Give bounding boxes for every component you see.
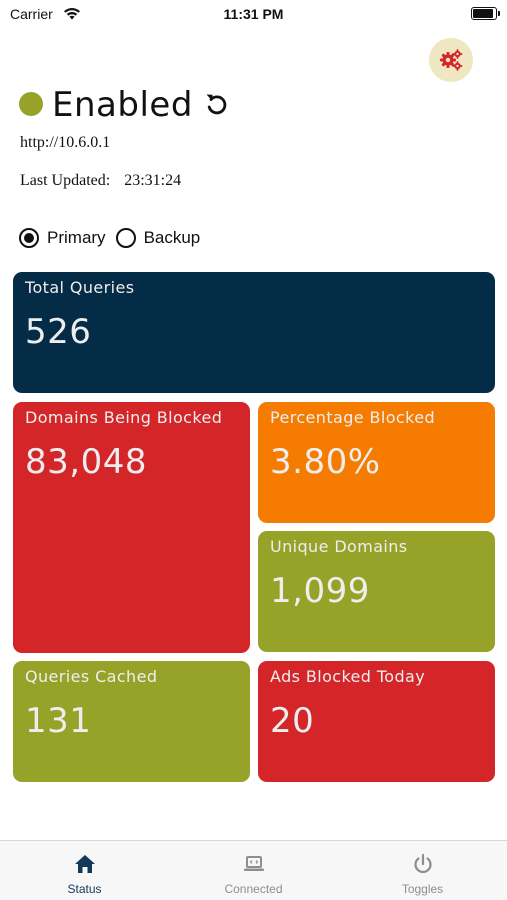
tile-value: 526 (25, 312, 92, 352)
radio-primary-label[interactable]: Primary (47, 228, 106, 248)
tile-total-queries: Total Queries 526 (13, 272, 495, 393)
gears-icon (440, 49, 463, 71)
power-icon (413, 853, 432, 874)
laptop-icon (243, 856, 264, 871)
tile-ads-blocked-today: Ads Blocked Today 20 (258, 661, 495, 782)
tile-value: 1,099 (270, 571, 370, 611)
radio-primary[interactable] (19, 228, 39, 248)
tile-value: 20 (270, 701, 315, 741)
last-updated: Last Updated: 23:31:24 (20, 172, 181, 190)
last-updated-label: Last Updated: (20, 172, 111, 189)
tile-label: Percentage Blocked (270, 408, 435, 427)
tab-toggles-label: Toggles (401, 882, 444, 896)
home-icon (74, 855, 95, 873)
tab-status-label: Status (67, 882, 102, 896)
server-selector: Primary Backup (19, 228, 210, 248)
clock: 11:31 PM (223, 6, 284, 22)
tab-status[interactable]: Status (0, 841, 169, 900)
tile-value: 131 (25, 701, 92, 741)
tile-percentage-blocked: Percentage Blocked 3.80% (258, 402, 495, 523)
tile-label: Total Queries (25, 278, 135, 297)
status-title: Enabled (52, 85, 193, 125)
last-updated-time: 23:31:24 (124, 172, 182, 189)
tile-queries-cached: Queries Cached 131 (13, 661, 250, 782)
settings-button[interactable] (429, 38, 473, 82)
tile-value: 83,048 (25, 442, 147, 482)
tile-unique-domains: Unique Domains 1,099 (258, 531, 495, 652)
tile-value: 3.80% (270, 442, 381, 482)
status-indicator (19, 92, 43, 116)
radio-backup-label[interactable]: Backup (144, 228, 201, 248)
tile-label: Queries Cached (25, 667, 158, 686)
tile-label: Unique Domains (270, 537, 408, 556)
tile-domains-blocked: Domains Being Blocked 83,048 (13, 402, 250, 653)
tile-label: Domains Being Blocked (25, 408, 223, 427)
tab-connected-label: Connected (224, 882, 283, 896)
radio-backup[interactable] (115, 228, 136, 248)
tab-bar: Status Connected Toggles (0, 840, 507, 900)
tab-connected[interactable]: Connected (169, 841, 338, 900)
battery-icon (471, 7, 500, 20)
refresh-icon[interactable] (202, 90, 230, 118)
status-bar: Carrier 11:31 PM (0, 0, 507, 30)
tab-toggles[interactable]: Toggles (338, 841, 507, 900)
tile-label: Ads Blocked Today (270, 667, 426, 686)
host-url: http://10.6.0.1 (20, 134, 111, 151)
